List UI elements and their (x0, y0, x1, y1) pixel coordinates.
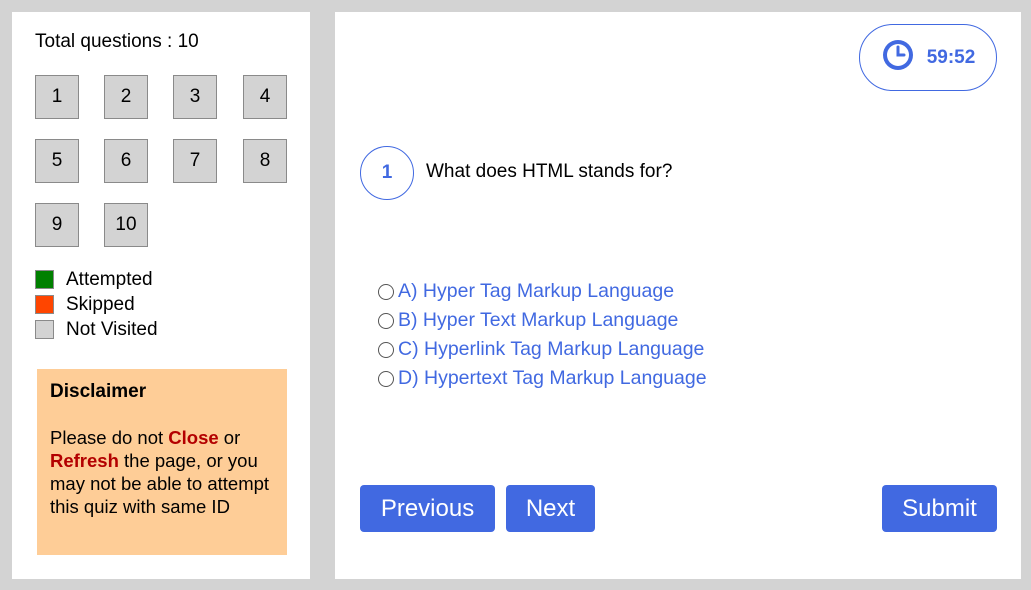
question-button-7[interactable]: 7 (173, 139, 217, 183)
question-button-3[interactable]: 3 (173, 75, 217, 119)
question-palette-panel: Total questions : 10 1 2 3 4 5 6 7 8 9 1… (12, 12, 310, 579)
total-questions-label: Total questions : 10 (35, 31, 199, 52)
option-a-label[interactable]: A) Hyper Tag Markup Language (398, 280, 674, 303)
disclaimer-close-word: Close (168, 427, 219, 448)
question-grid: 1 2 3 4 5 6 7 8 9 10 (35, 75, 295, 255)
option-c-radio[interactable] (378, 341, 394, 358)
option-d-radio[interactable] (378, 370, 394, 387)
question-button-2[interactable]: 2 (104, 75, 148, 119)
option-b-radio[interactable] (378, 312, 394, 329)
not-visited-swatch (35, 320, 54, 339)
disclaimer-title: Disclaimer (50, 381, 147, 402)
submit-button[interactable]: Submit (882, 485, 997, 532)
legend-label: Attempted (66, 269, 153, 290)
disclaimer-text: Please do not Close or Refresh the page,… (50, 426, 275, 518)
next-button[interactable]: Next (506, 485, 595, 532)
option-d[interactable]: D) Hypertext Tag Markup Language (378, 364, 707, 393)
countdown-timer: 59:52 (859, 24, 997, 91)
question-button-8[interactable]: 8 (243, 139, 287, 183)
question-button-10[interactable]: 10 (104, 203, 148, 247)
disclaimer-box: Disclaimer Please do not Close or Refres… (37, 369, 287, 555)
option-b[interactable]: B) Hyper Text Markup Language (378, 306, 707, 335)
previous-button[interactable]: Previous (360, 485, 495, 532)
timer-value: 59:52 (926, 46, 976, 68)
option-a-radio[interactable] (378, 283, 394, 300)
legend-label: Not Visited (66, 319, 158, 340)
question-panel: 59:52 1 What does HTML stands for? A) Hy… (335, 12, 1021, 579)
question-button-4[interactable]: 4 (243, 75, 287, 119)
skipped-swatch (35, 295, 54, 314)
question-text: What does HTML stands for? (426, 161, 673, 182)
option-c[interactable]: C) Hyperlink Tag Markup Language (378, 335, 707, 364)
option-d-label[interactable]: D) Hypertext Tag Markup Language (398, 367, 707, 390)
question-button-6[interactable]: 6 (104, 139, 148, 183)
disclaimer-text-part: or (218, 427, 241, 448)
option-a[interactable]: A) Hyper Tag Markup Language (378, 277, 707, 306)
option-c-label[interactable]: C) Hyperlink Tag Markup Language (398, 338, 704, 361)
attempted-swatch (35, 270, 54, 289)
disclaimer-refresh-word: Refresh (50, 450, 119, 471)
answer-options: A) Hyper Tag Markup Language B) Hyper Te… (378, 277, 707, 393)
question-button-1[interactable]: 1 (35, 75, 79, 119)
disclaimer-text-part: Please do not (50, 427, 169, 448)
legend-label: Skipped (66, 294, 135, 315)
question-button-5[interactable]: 5 (35, 139, 79, 183)
clock-icon (881, 38, 915, 77)
question-number-badge: 1 (360, 146, 414, 200)
question-button-9[interactable]: 9 (35, 203, 79, 247)
option-b-label[interactable]: B) Hyper Text Markup Language (398, 309, 678, 332)
